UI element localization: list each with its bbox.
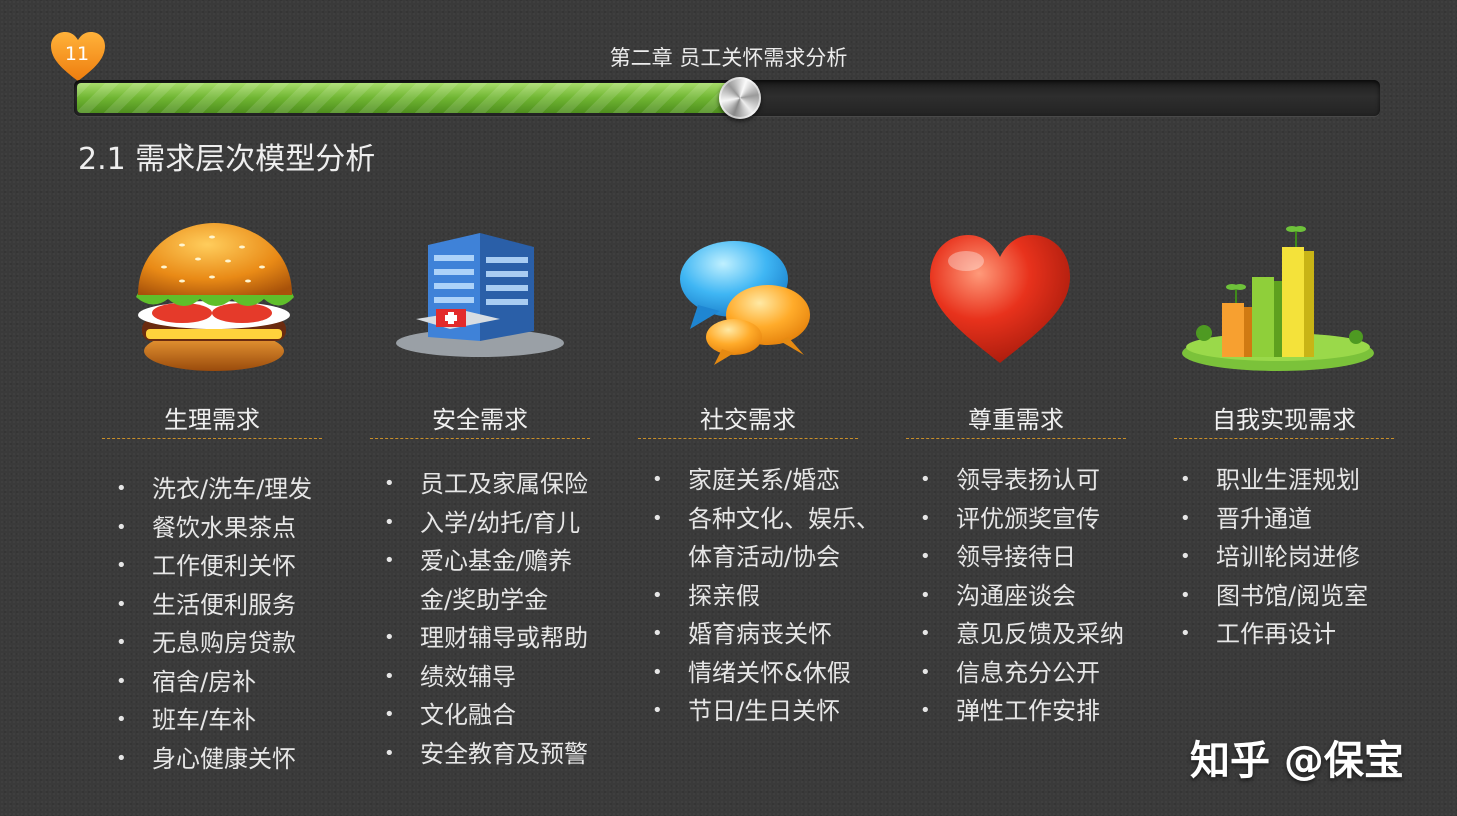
need-title-physiological: 生理需求 <box>164 406 260 434</box>
need-list-item: 工作再设计 <box>1180 615 1368 654</box>
progress-fill <box>77 83 740 113</box>
need-title-social: 社交需求 <box>700 406 796 434</box>
need-list-safety: 员工及家属保险入学/幼托/育儿爱心基金/赡养金/奖助学金理财辅导或帮助绩效辅导文… <box>384 465 588 773</box>
title-divider <box>638 438 858 439</box>
need-list-item: 无息购房贷款 <box>116 624 312 663</box>
need-list-item: 爱心基金/赡养 <box>384 542 588 581</box>
chat-bubbles-icon <box>638 215 858 385</box>
progress-bar <box>74 77 1380 119</box>
need-list-physiological: 洗衣/洗车/理发餐饮水果茶点工作便利关怀生活便利服务无息购房贷款宿舍/房补班车/… <box>116 470 312 778</box>
need-list-item: 职业生涯规划 <box>1180 461 1368 500</box>
need-list-item: 意见反馈及采纳 <box>920 615 1124 654</box>
need-list-item: 班车/车补 <box>116 701 312 740</box>
need-list-item: 身心健康关怀 <box>116 740 312 779</box>
need-list-item: 餐饮水果茶点 <box>116 509 312 548</box>
need-title-self-actualization: 自我实现需求 <box>1212 406 1356 434</box>
need-list-item: 情绪关怀&休假 <box>652 654 880 693</box>
need-list-item: 洗衣/洗车/理发 <box>116 470 312 509</box>
need-list-item: 工作便利关怀 <box>116 547 312 586</box>
watermark: 知乎 @保宝 <box>1190 738 1404 784</box>
need-list-item: 婚育病丧关怀 <box>652 615 880 654</box>
need-list-item: 金/奖助学金 <box>420 585 549 614</box>
chapter-title: 第二章 员工关怀需求分析 <box>609 46 848 70</box>
heart-icon <box>906 215 1126 385</box>
need-list-item: 晋升通道 <box>1180 500 1368 539</box>
need-title-esteem: 尊重需求 <box>968 406 1064 434</box>
need-list-esteem: 领导表扬认可评优颁奖宣传领导接待日沟通座谈会意见反馈及采纳信息充分公开弹性工作安… <box>920 461 1124 731</box>
need-list-item: 入学/幼托/育儿 <box>384 504 588 543</box>
title-divider <box>906 438 1126 439</box>
need-list-item: 安全教育及预警 <box>384 735 588 774</box>
hamburger-icon <box>102 215 322 385</box>
need-list-item: 图书馆/阅览室 <box>1180 577 1368 616</box>
need-list-item: 文化融合 <box>384 696 588 735</box>
hospital-building-icon <box>370 215 590 385</box>
need-list-item: 宿舍/房补 <box>116 663 312 702</box>
need-list-item: 沟通座谈会 <box>920 577 1124 616</box>
need-list-item: 生活便利服务 <box>116 586 312 625</box>
title-divider <box>1174 438 1394 439</box>
need-title-safety: 安全需求 <box>432 406 528 434</box>
need-list-social: 家庭关系/婚恋各种文化、娱乐、体育活动/协会探亲假婚育病丧关怀情绪关怀&休假节日… <box>652 461 880 731</box>
progress-knob[interactable] <box>719 77 761 119</box>
title-divider <box>102 438 322 439</box>
need-list-item: 节日/生日关怀 <box>652 692 880 731</box>
need-list-item: 探亲假 <box>652 577 880 616</box>
growth-bar-chart-icon <box>1174 215 1394 385</box>
need-list-item: 体育活动/协会 <box>688 543 841 571</box>
need-list-item: 领导接待日 <box>920 538 1124 577</box>
need-list-item: 弹性工作安排 <box>920 692 1124 731</box>
need-list-item: 评优颁奖宣传 <box>920 500 1124 539</box>
need-list-item: 理财辅导或帮助 <box>384 619 588 658</box>
need-list-self-actualization: 职业生涯规划晋升通道培训轮岗进修图书馆/阅览室工作再设计 <box>1180 461 1368 654</box>
need-list-item: 家庭关系/婚恋 <box>652 461 880 500</box>
need-list-item: 领导表扬认可 <box>920 461 1124 500</box>
need-list-item: 培训轮岗进修 <box>1180 538 1368 577</box>
title-divider <box>370 438 590 439</box>
need-list-item: 各种文化、娱乐、 <box>652 500 880 539</box>
need-list-item: 信息充分公开 <box>920 654 1124 693</box>
need-list-item: 员工及家属保险 <box>384 465 588 504</box>
section-title: 2.1 需求层次模型分析 <box>78 142 376 177</box>
need-list-item: 绩效辅导 <box>384 658 588 697</box>
